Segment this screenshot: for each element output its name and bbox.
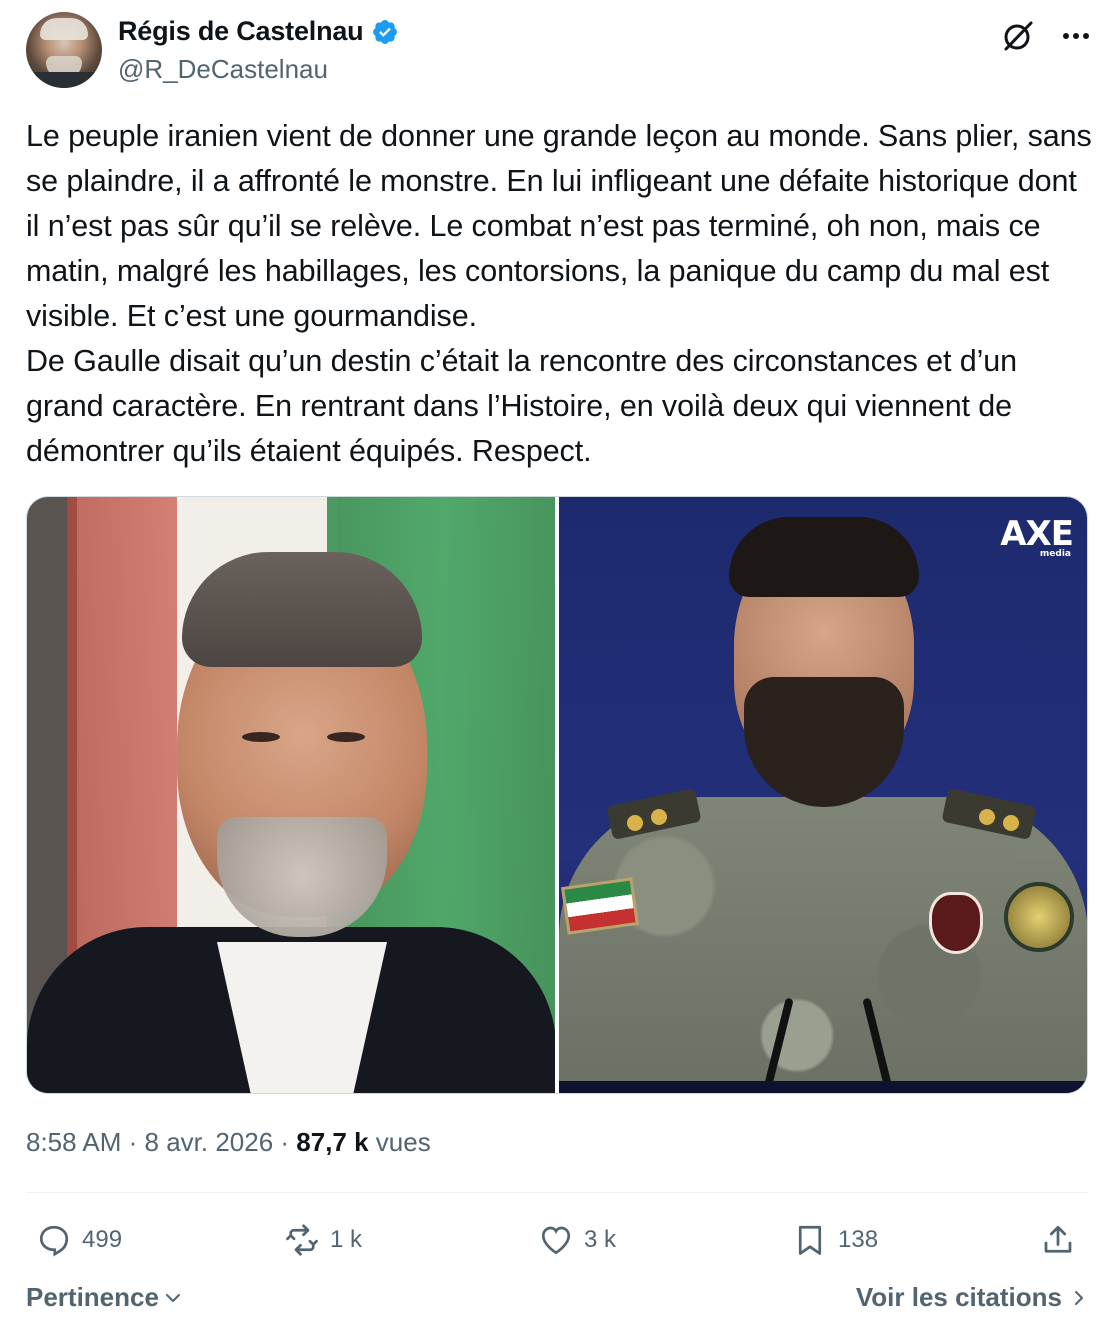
- view-quotes-link[interactable]: Voir les citations: [856, 1282, 1088, 1313]
- like-button[interactable]: 3 k: [538, 1218, 616, 1262]
- views-count[interactable]: 87,7 k: [296, 1127, 368, 1157]
- repost-count: 1 k: [330, 1226, 363, 1253]
- rank-star: [627, 815, 643, 831]
- axe-watermark-text: AXE: [1000, 514, 1074, 554]
- repost-icon: [286, 1224, 318, 1256]
- meta-separator: ·: [121, 1127, 145, 1157]
- avatar-hair: [40, 18, 88, 40]
- axe-watermark: AXE media: [1000, 517, 1074, 559]
- eye: [327, 732, 365, 742]
- meta-separator: ·: [273, 1127, 297, 1157]
- media-photo-right[interactable]: AXE media: [559, 497, 1087, 1093]
- bookmark-icon: [798, 1225, 822, 1255]
- video-bottom-bar: [559, 1081, 1087, 1093]
- grok-icon[interactable]: [1000, 18, 1036, 54]
- verified-badge-icon[interactable]: [371, 18, 399, 46]
- author-name-row: Régis de Castelnau: [118, 16, 399, 47]
- sort-dropdown[interactable]: Pertinence: [26, 1282, 183, 1313]
- author-avatar[interactable]: [26, 12, 102, 88]
- emblem-patch: [1004, 882, 1074, 952]
- like-count: 3 k: [584, 1226, 617, 1253]
- chevron-right-icon: [1075, 1290, 1083, 1305]
- replies-footer: Pertinence Voir les citations: [26, 1280, 1088, 1320]
- reply-count: 499: [82, 1226, 123, 1253]
- beard: [744, 677, 904, 807]
- rank-star: [1003, 815, 1019, 831]
- chevron-down-icon: [165, 1293, 180, 1302]
- eye: [242, 732, 280, 742]
- media-photo-left[interactable]: [27, 497, 555, 1093]
- tweet-header: Régis de Castelnau @R_DeCastelnau: [26, 12, 1096, 92]
- avatar-shirt: [26, 72, 102, 88]
- reply-icon: [39, 1225, 69, 1257]
- tweet-text: Le peuple iranien vient de donner une gr…: [26, 119, 1092, 468]
- reply-button[interactable]: 499: [36, 1218, 122, 1262]
- heart-icon: [541, 1226, 571, 1255]
- views-label: vues: [368, 1127, 431, 1157]
- share-icon: [1044, 1225, 1072, 1253]
- divider: [26, 1192, 1088, 1193]
- tweet-meta: 8:58 AM · 8 avr. 2026 · 87,7 k vues: [26, 1127, 431, 1158]
- flag-patch: [561, 877, 639, 935]
- action-bar: 499 1 k 3 k 138: [26, 1218, 1088, 1262]
- rank-star: [979, 809, 995, 825]
- unit-patch: [929, 892, 983, 954]
- bookmark-button[interactable]: 138: [792, 1218, 878, 1262]
- more-options-icon[interactable]: [1056, 18, 1096, 54]
- hair: [729, 517, 919, 597]
- rank-star: [651, 809, 667, 825]
- author-handle[interactable]: @R_DeCastelnau: [118, 54, 328, 85]
- bookmark-count: 138: [838, 1226, 879, 1253]
- author-name[interactable]: Régis de Castelnau: [118, 16, 364, 47]
- tweet-date[interactable]: 8 avr. 2026: [145, 1127, 274, 1157]
- tweet-time[interactable]: 8:58 AM: [26, 1127, 121, 1157]
- quotes-label: Voir les citations: [855, 1282, 1062, 1312]
- camouflage-uniform: [559, 797, 1087, 1093]
- share-button[interactable]: [1040, 1218, 1076, 1262]
- hair: [182, 552, 422, 667]
- tweet-media: AXE media: [26, 496, 1088, 1094]
- repost-button[interactable]: 1 k: [284, 1218, 362, 1262]
- sort-label: Pertinence: [26, 1282, 159, 1312]
